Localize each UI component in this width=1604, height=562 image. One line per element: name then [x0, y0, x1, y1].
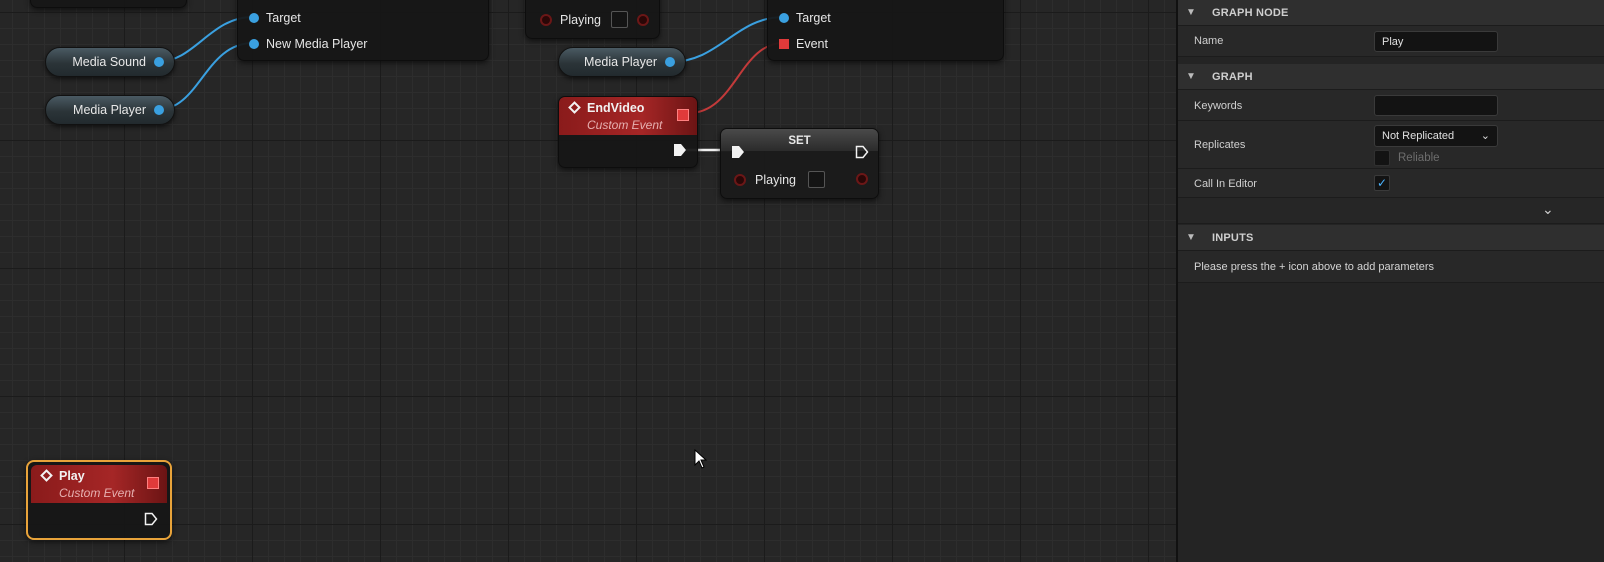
pin-playing-set[interactable]: Playing: [734, 171, 825, 188]
pin-playing-in[interactable]: Playing: [540, 11, 628, 28]
details-panel: ▼ GRAPH NODE Name ▼ GRAPH Keywords Repli…: [1176, 0, 1604, 562]
call-in-editor-checkbox[interactable]: ✓: [1374, 175, 1390, 191]
exec-output-icon[interactable]: [673, 143, 687, 157]
name-label: Name: [1194, 35, 1224, 47]
node-offscreen-top[interactable]: [30, 0, 187, 8]
section-graph-header[interactable]: ▼ GRAPH: [1178, 64, 1604, 90]
event-title: EndVideo: [587, 101, 645, 115]
event-node-endvideo[interactable]: EndVideo Custom Event: [558, 96, 698, 168]
name-field[interactable]: [1374, 31, 1498, 52]
delegate-output-icon[interactable]: [677, 109, 689, 121]
replicates-dropdown[interactable]: Not Replicated ⌄: [1374, 125, 1498, 147]
inputs-hint: Please press the + icon above to add par…: [1194, 261, 1435, 273]
object-pin-icon[interactable]: [249, 39, 259, 49]
row-keywords: Keywords: [1178, 90, 1604, 121]
event-diamond-icon: [40, 469, 53, 482]
node-get-playing[interactable]: Playing: [525, 0, 660, 39]
exec-output-icon[interactable]: [144, 512, 158, 526]
bool-pin-icon[interactable]: [734, 173, 746, 186]
event-title: Play: [59, 469, 85, 483]
replicates-value: Not Replicated: [1382, 130, 1455, 142]
pin-target-right[interactable]: Target: [779, 11, 831, 25]
exec-output-icon[interactable]: [855, 145, 869, 159]
replicates-label: Replicates: [1194, 139, 1246, 151]
pin-playing-label: Playing: [560, 12, 601, 27]
var-media-player-left-label: Media Player: [73, 103, 146, 117]
event-subtitle: Custom Event: [59, 486, 135, 500]
playing-checkbox[interactable]: [611, 11, 628, 28]
section-inputs-header[interactable]: ▼ INPUTS: [1178, 225, 1604, 251]
event-header: EndVideo Custom Event: [559, 97, 697, 135]
section-graph-title: GRAPH: [1212, 70, 1253, 83]
var-media-sound[interactable]: Media Sound: [45, 47, 175, 77]
exec-input-icon[interactable]: [731, 145, 745, 159]
chevron-down-icon: ⌄: [1480, 130, 1490, 142]
event-node-play[interactable]: Play Custom Event: [26, 460, 172, 540]
chevron-down-icon[interactable]: ▼: [1186, 232, 1198, 243]
bool-out-pin-icon[interactable]: [637, 14, 649, 26]
section-graph-node-title: GRAPH NODE: [1212, 6, 1289, 19]
pin-new-media-player[interactable]: New Media Player: [249, 37, 367, 51]
chevron-down-icon[interactable]: ▼: [1186, 71, 1198, 82]
delegate-pin-icon[interactable]: [779, 39, 789, 49]
bool-out-pin-icon[interactable]: [856, 173, 868, 185]
object-pin-icon[interactable]: [779, 13, 789, 23]
object-pin-icon[interactable]: [665, 57, 675, 67]
section-graph-node-header[interactable]: ▼ GRAPH NODE: [1178, 0, 1604, 26]
pin-target[interactable]: Target: [249, 11, 301, 25]
row-inputs-hint: Please press the + icon above to add par…: [1178, 251, 1604, 283]
section-inputs-title: INPUTS: [1212, 231, 1254, 244]
object-pin-icon[interactable]: [154, 105, 164, 115]
set-playing-checkbox[interactable]: [808, 171, 825, 188]
advanced-expand-chevron-icon[interactable]: ⌄: [1542, 201, 1554, 218]
blueprint-graph-canvas[interactable]: Target New Media Player Playing Target E…: [0, 0, 1176, 562]
pin-event-label: Event: [796, 37, 828, 51]
pin-target-label: Target: [266, 11, 301, 25]
row-name: Name: [1178, 26, 1604, 57]
event-subtitle: Custom Event: [587, 118, 663, 132]
mouse-cursor-icon: [694, 449, 708, 469]
set-playing-label: Playing: [755, 172, 796, 187]
reliable-checkbox[interactable]: [1374, 150, 1390, 166]
object-pin-icon[interactable]: [154, 57, 164, 67]
row-call-in-editor: Call In Editor ✓: [1178, 169, 1604, 198]
chevron-down-icon[interactable]: ▼: [1186, 7, 1198, 18]
pin-target-right-label: Target: [796, 11, 831, 25]
var-media-player-right[interactable]: Media Player: [558, 47, 686, 77]
keywords-label: Keywords: [1194, 100, 1243, 112]
reliable-label: Reliable: [1398, 152, 1440, 164]
pin-new-media-player-label: New Media Player: [266, 37, 368, 51]
keywords-field[interactable]: [1374, 95, 1498, 116]
delegate-output-icon[interactable]: [147, 477, 159, 489]
node-set-media-player[interactable]: Target New Media Player: [237, 0, 489, 61]
event-diamond-icon: [568, 101, 581, 114]
node-bind-event[interactable]: Target Event: [767, 0, 1004, 61]
var-media-sound-label: Media Sound: [72, 55, 146, 69]
bool-pin-icon[interactable]: [540, 13, 552, 26]
call-in-editor-label: Call In Editor: [1194, 178, 1257, 190]
var-media-player-left[interactable]: Media Player: [45, 95, 175, 125]
row-replicates: Replicates Not Replicated ⌄ Reliable: [1178, 121, 1604, 169]
row-advanced-toggle: ⌄: [1178, 198, 1604, 224]
object-pin-icon[interactable]: [249, 13, 259, 23]
wires-layer: [156, 16, 785, 152]
var-media-player-right-label: Media Player: [584, 55, 657, 69]
event-header: Play Custom Event: [31, 465, 167, 503]
node-set-playing[interactable]: SET Playing: [720, 128, 879, 199]
pin-event[interactable]: Event: [779, 37, 828, 51]
